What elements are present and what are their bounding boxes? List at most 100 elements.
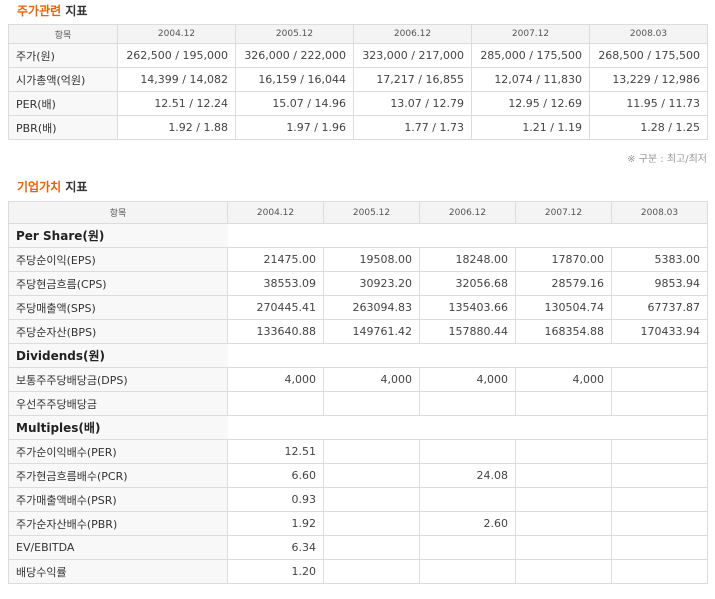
value-title-rest: 지표 — [65, 180, 88, 194]
value-cell: 12.51 — [227, 439, 324, 464]
value-cell: 14,399 / 14,082 — [117, 67, 236, 92]
value-cell: 130504.74 — [515, 295, 612, 320]
value-cell — [515, 391, 612, 416]
value-cell — [515, 535, 612, 560]
row-label: 주가(원) — [8, 43, 118, 68]
group-label: Per Share(원) — [8, 223, 228, 248]
value-cell: 30923.20 — [323, 271, 420, 296]
table-row: 주당순자산(BPS) 133640.88 149761.42 157880.44 168… — [8, 319, 708, 344]
header-period: 2004.12 — [117, 24, 236, 44]
group-spacer-cell — [611, 415, 708, 440]
row-label: 주당현금흐름(CPS) — [8, 271, 228, 296]
group-spacer-cell — [323, 223, 420, 248]
value-cell: 4,000 — [323, 367, 420, 392]
value-indicators-table: 항목 2004.12 2005.12 2006.12 2007.12 2008.… — [8, 201, 708, 584]
value-cell — [515, 439, 612, 464]
value-cell: 157880.44 — [419, 319, 516, 344]
value-cell: 1.77 / 1.73 — [353, 115, 472, 140]
header-period: 2005.12 — [235, 24, 354, 44]
value-cell: 1.92 / 1.88 — [117, 115, 236, 140]
value-cell — [515, 487, 612, 512]
group-spacer-cell — [323, 343, 420, 368]
value-cell: 17870.00 — [515, 247, 612, 272]
group-spacer-cell — [323, 415, 420, 440]
table-row: 주가(원) 262,500 / 195,000 326,000 / 222,000 3… — [8, 43, 708, 68]
table-row: 우선주주당배당금 — [8, 391, 708, 416]
value-cell: 4,000 — [515, 367, 612, 392]
value-cell — [227, 391, 324, 416]
value-cell: 19508.00 — [323, 247, 420, 272]
row-label: 주당순이익(EPS) — [8, 247, 228, 272]
value-cell: 13,229 / 12,986 — [589, 67, 708, 92]
value-cell: 24.08 — [419, 463, 516, 488]
group-spacer-cell — [515, 343, 612, 368]
header-period: 2006.12 — [419, 201, 516, 224]
row-label: 우선주주당배당금 — [8, 391, 228, 416]
value-cell: 18248.00 — [419, 247, 516, 272]
table-row: 배당수익률 1.20 — [8, 559, 708, 584]
group-label: Dividends(원) — [8, 343, 228, 368]
group-spacer-cell — [419, 343, 516, 368]
value-cell — [611, 487, 708, 512]
group-spacer-cell — [515, 415, 612, 440]
value-cell — [419, 439, 516, 464]
row-label: 주가현금흐름배수(PCR) — [8, 463, 228, 488]
table-row: 주가현금흐름배수(PCR) 6.60 24.08 — [8, 463, 708, 488]
group-spacer-cell — [515, 223, 612, 248]
value-cell — [419, 559, 516, 584]
value-cell: 263094.83 — [323, 295, 420, 320]
value-cell: 15.07 / 14.96 — [235, 91, 354, 116]
value-cell: 170433.94 — [611, 319, 708, 344]
value-cell: 262,500 / 195,000 — [117, 43, 236, 68]
value-cell: 9853.94 — [611, 271, 708, 296]
value-indicators-title: 기업가치 지표 — [17, 180, 87, 194]
table-row: 주당현금흐름(CPS) 38553.09 30923.20 32056.68 28579… — [8, 271, 708, 296]
header-period: 2008.03 — [611, 201, 708, 224]
table-row: EV/EBITDA 6.34 — [8, 535, 708, 560]
table-row: 주당순이익(EPS) 21475.00 19508.00 18248.00 17870.… — [8, 247, 708, 272]
value-cell: 1.21 / 1.19 — [471, 115, 590, 140]
table-row: 주가순이익배수(PER) 12.51 — [8, 439, 708, 464]
value-cell — [323, 391, 420, 416]
value-cell: 67737.87 — [611, 295, 708, 320]
table-row: PBR(배) 1.92 / 1.88 1.97 / 1.96 1.77 / 1.73 1… — [8, 115, 708, 140]
table-row: 시가총액(억원) 14,399 / 14,082 16,159 / 16,044 17… — [8, 67, 708, 92]
group-spacer-cell — [227, 415, 324, 440]
table-row: PER(배) 12.51 / 12.24 15.07 / 14.96 13.07 / … — [8, 91, 708, 116]
value-cell — [611, 439, 708, 464]
table-row: 보통주주당배당금(DPS) 4,000 4,000 4,000 4,000 — [8, 367, 708, 392]
stock-title-accent: 주가관련 — [17, 4, 62, 18]
header-period: 2006.12 — [353, 24, 472, 44]
value-cell — [611, 535, 708, 560]
header-period: 2008.03 — [589, 24, 708, 44]
value-title-accent: 기업가치 — [17, 180, 62, 194]
row-label: 주당매출액(SPS) — [8, 295, 228, 320]
row-label: PBR(배) — [8, 115, 118, 140]
range-note: ※ 구분 : 최고/최저 — [627, 154, 707, 165]
value-cell: 1.20 — [227, 559, 324, 584]
header-item: 항목 — [8, 201, 228, 224]
group-header-row: Per Share(원) — [8, 223, 708, 248]
value-cell: 4,000 — [419, 367, 516, 392]
group-spacer-cell — [419, 223, 516, 248]
value-cell — [323, 463, 420, 488]
row-label: 주당순자산(BPS) — [8, 319, 228, 344]
value-cell — [611, 391, 708, 416]
value-cell: 1.97 / 1.96 — [235, 115, 354, 140]
value-cell: 168354.88 — [515, 319, 612, 344]
value-cell — [515, 559, 612, 584]
value-cell — [419, 487, 516, 512]
value-cell — [515, 463, 612, 488]
group-label: Multiples(배) — [8, 415, 228, 440]
value-cell: 11.95 / 11.73 — [589, 91, 708, 116]
group-header-row: Multiples(배) — [8, 415, 708, 440]
value-cell: 6.60 — [227, 463, 324, 488]
stock-indicators-title: 주가관련 지표 — [17, 4, 87, 18]
value-cell: 326,000 / 222,000 — [235, 43, 354, 68]
value-cell: 270445.41 — [227, 295, 324, 320]
value-cell — [419, 535, 516, 560]
value-cell — [323, 559, 420, 584]
table-row: 주가매출액배수(PSR) 0.93 — [8, 487, 708, 512]
row-label: 주가순이익배수(PER) — [8, 439, 228, 464]
row-label: EV/EBITDA — [8, 535, 228, 560]
